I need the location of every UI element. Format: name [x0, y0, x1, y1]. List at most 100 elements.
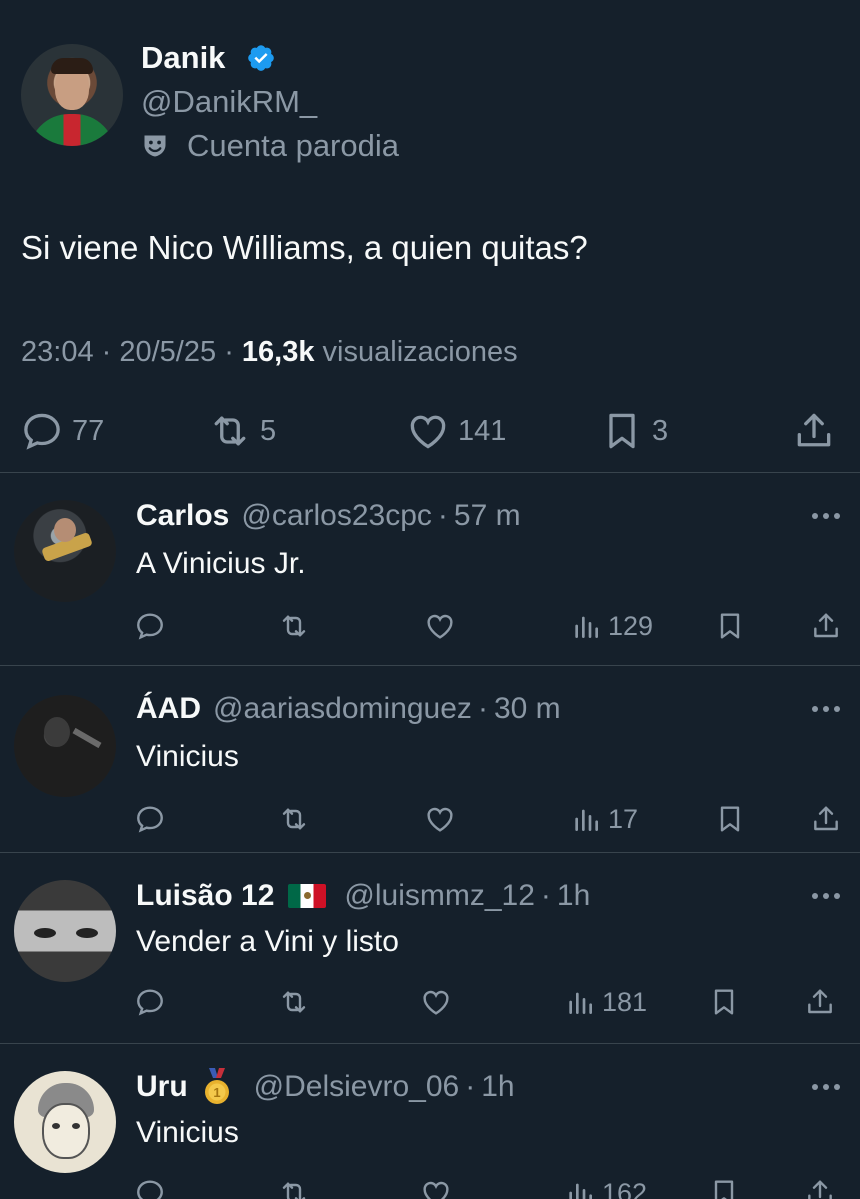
reply-retweet-button[interactable] — [278, 801, 310, 837]
retweet-icon — [282, 808, 306, 830]
reply-author-name[interactable]: Uru — [136, 1069, 188, 1105]
parody-label: Cuenta parodia — [141, 128, 399, 164]
reply-item[interactable]: Uru 1 @Delsievro_06 · 1h Vinicius 162 — [0, 1045, 860, 1199]
reply-views-count: 17 — [608, 803, 639, 834]
reply-avatar[interactable] — [14, 880, 116, 982]
views-icon — [575, 616, 598, 638]
retweet-icon — [282, 991, 306, 1013]
tweet-detail-page: Danik @DanikRM_ Cuenta parodia Si viene … — [0, 0, 860, 1199]
reply-author-name[interactable]: Luisão 12 — [136, 878, 274, 914]
share-icon — [797, 413, 831, 447]
parody-mask-icon — [144, 135, 166, 157]
reply-button[interactable]: 77 — [20, 408, 104, 454]
reply-item[interactable]: ÁAD @aariasdominguez · 30 m Vinicius 17 — [0, 667, 860, 853]
reply-avatar[interactable] — [14, 695, 116, 797]
like-count: 141 — [458, 414, 507, 447]
reply-reply-button[interactable] — [134, 984, 166, 1020]
parody-label-text: Cuenta parodia — [187, 128, 399, 163]
tweet-date[interactable]: 20/5/25 — [119, 336, 216, 368]
reply-author-handle[interactable]: @luismmz_12 — [344, 878, 535, 914]
reply-time[interactable]: 30 m — [494, 691, 561, 727]
reply-header: Carlos @carlos23cpc · 57 m — [136, 498, 521, 534]
like-icon — [423, 1181, 449, 1199]
reply-bookmark-button[interactable] — [714, 608, 746, 644]
reply-share-button[interactable] — [804, 1175, 836, 1199]
retweet-button[interactable]: 5 — [208, 408, 276, 454]
share-icon — [808, 989, 832, 1014]
reply-avatar[interactable] — [14, 500, 116, 602]
meta-separator: · — [101, 336, 120, 368]
bookmark-button[interactable]: 3 — [600, 408, 668, 454]
more-icon[interactable] — [808, 699, 844, 719]
retweet-icon — [282, 1182, 306, 1199]
reply-author-name[interactable]: ÁAD — [136, 691, 201, 727]
reply-author-handle[interactable]: @carlos23cpc — [241, 498, 432, 534]
reply-bookmark-button[interactable] — [714, 801, 746, 837]
share-icon — [814, 613, 838, 638]
reply-item[interactable]: Luisão 12 @luismmz_12 · 1h Vender a Vini… — [0, 854, 860, 1044]
more-icon[interactable] — [808, 506, 844, 526]
reply-author-name[interactable]: Carlos — [136, 498, 229, 534]
more-icon[interactable] — [808, 886, 844, 906]
author-name[interactable]: Danik — [141, 40, 225, 76]
views-icon — [569, 1183, 592, 1199]
like-icon — [410, 415, 446, 449]
share-button[interactable] — [792, 408, 836, 454]
reply-time[interactable]: 57 m — [454, 498, 521, 534]
reply-share-button[interactable] — [810, 801, 842, 837]
reply-views-button[interactable]: 129 — [570, 608, 653, 644]
reply-header: Uru 1 @Delsievro_06 · 1h — [136, 1068, 515, 1105]
bookmark-icon — [720, 806, 740, 832]
reply-retweet-button[interactable] — [278, 984, 310, 1020]
reply-item[interactable]: Carlos @carlos23cpc · 57 m A Vinicius Jr… — [0, 474, 860, 666]
reply-avatar[interactable] — [14, 1071, 116, 1173]
reply-author-handle[interactable]: @Delsievro_06 — [254, 1069, 460, 1105]
reply-retweet-button[interactable] — [278, 1175, 310, 1199]
meta-separator: · — [224, 336, 242, 368]
like-button[interactable]: 141 — [406, 408, 506, 454]
reply-views-button[interactable]: 162 — [564, 1175, 647, 1199]
reply-reply-button[interactable] — [134, 801, 166, 837]
tweet-text: Si viene Nico Williams, a quien quitas? — [21, 229, 588, 266]
author-handle[interactable]: @DanikRM_ — [141, 84, 317, 120]
more-icon[interactable] — [808, 1077, 844, 1097]
bookmark-count: 3 — [652, 414, 669, 447]
tweet-views-count[interactable]: 16,3k — [242, 336, 315, 368]
reply-reply-button[interactable] — [134, 1175, 166, 1199]
reply-author-handle[interactable]: @aariasdominguez — [213, 691, 472, 727]
retweet-icon — [282, 615, 306, 637]
retweet-count: 5 — [260, 414, 277, 447]
reply-retweet-button[interactable] — [278, 608, 310, 644]
reply-like-button[interactable] — [420, 984, 452, 1020]
reply-like-button[interactable] — [420, 1175, 452, 1199]
reply-views-button[interactable]: 181 — [564, 984, 647, 1020]
reply-icon — [137, 1180, 163, 1199]
reply-views-button[interactable]: 17 — [570, 801, 638, 837]
bookmark-icon — [714, 1180, 734, 1199]
reply-reply-button[interactable] — [134, 608, 166, 644]
reply-text: A Vinicius Jr. — [136, 547, 306, 580]
reply-like-button[interactable] — [424, 608, 456, 644]
reply-like-button[interactable] — [424, 801, 456, 837]
bookmark-icon — [714, 989, 734, 1015]
svg-text:1: 1 — [213, 1085, 220, 1100]
tweet-time[interactable]: 23:04 — [21, 336, 94, 368]
reply-icon — [137, 613, 163, 640]
reply-views-count: 129 — [608, 610, 654, 641]
reply-text: Vinicius — [136, 740, 239, 773]
reply-bookmark-button[interactable] — [708, 1175, 740, 1199]
reply-views-count: 162 — [602, 1177, 648, 1199]
reply-time[interactable]: 1h — [481, 1069, 514, 1105]
author-avatar[interactable] — [21, 44, 123, 146]
verified-badge-icon — [248, 45, 274, 71]
reply-dot-separator: · — [540, 879, 551, 912]
reply-share-button[interactable] — [804, 984, 836, 1020]
reply-time[interactable]: 1h — [557, 878, 590, 914]
reply-icon — [137, 806, 163, 833]
reply-bookmark-button[interactable] — [708, 984, 740, 1020]
reply-share-button[interactable] — [810, 608, 842, 644]
like-icon — [427, 807, 453, 832]
reply-header: Luisão 12 @luismmz_12 · 1h — [136, 878, 590, 914]
reply-dot-separator: · — [465, 1070, 476, 1103]
tweet-views-label: visualizaciones — [322, 336, 518, 368]
